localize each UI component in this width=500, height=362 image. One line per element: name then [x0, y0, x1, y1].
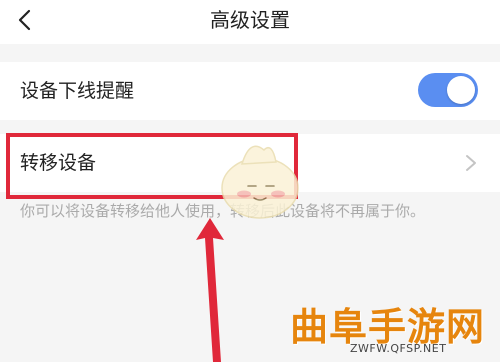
page-title: 高级设置: [210, 8, 290, 32]
offline-alert-label: 设备下线提醒: [20, 80, 135, 102]
toggle-knob: [447, 76, 475, 104]
annotation-arrow-icon: [196, 218, 224, 362]
header-bar: 高级设置: [0, 0, 500, 44]
watermark-url: ZWFW.QFSP.NET: [350, 342, 447, 355]
offline-alert-row: 设备下线提醒: [0, 62, 500, 120]
offline-alert-toggle[interactable]: [418, 73, 478, 107]
mascot-watermark-icon: [221, 145, 299, 219]
transfer-device-label: 转移设备: [20, 152, 97, 174]
chevron-right-icon: [466, 155, 476, 171]
